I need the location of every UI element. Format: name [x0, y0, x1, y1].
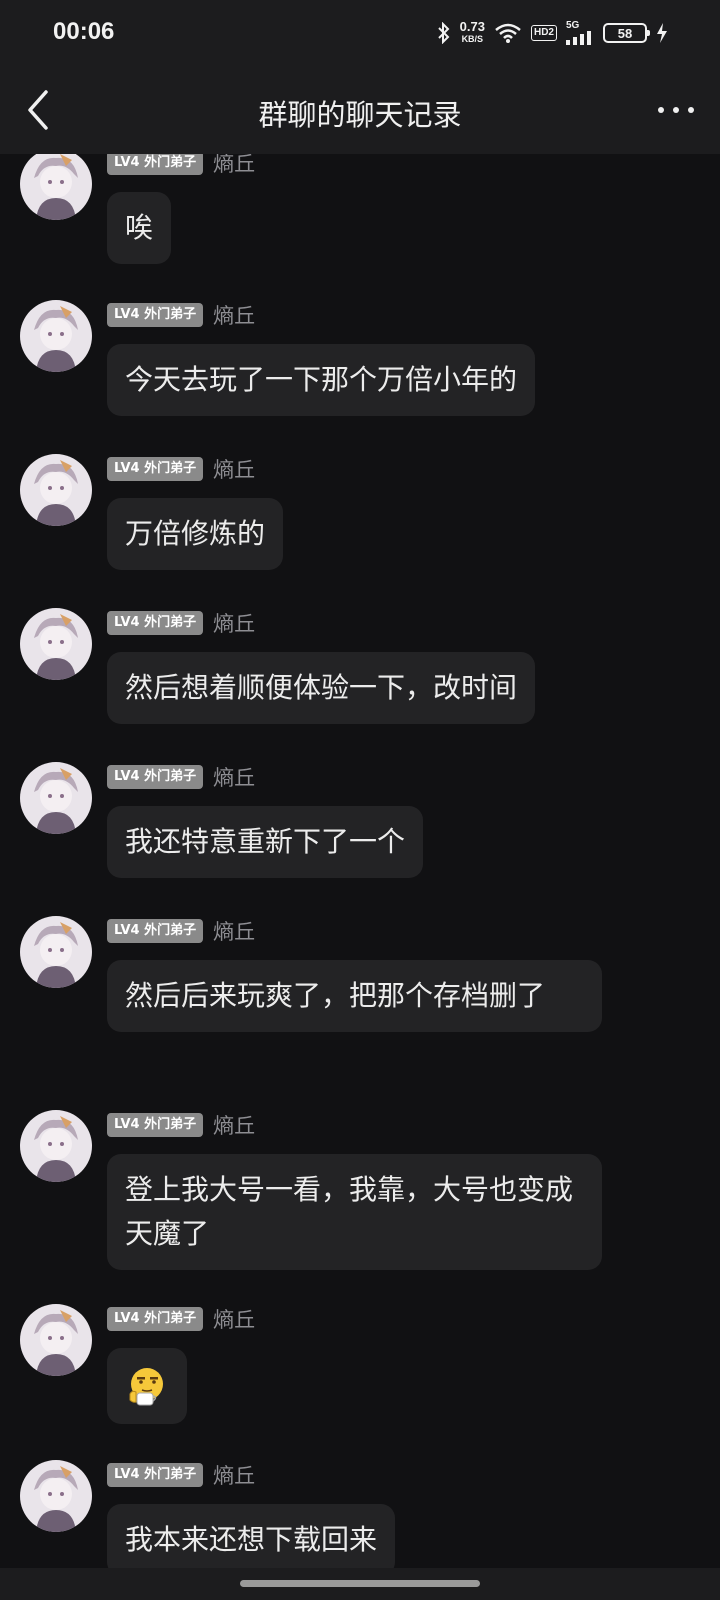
sender-name[interactable]: 熵丘	[213, 1110, 255, 1140]
avatar[interactable]	[20, 762, 92, 834]
net-speed-value: 0.73	[459, 19, 485, 34]
message-bubble[interactable]: 登上我大号一看，我靠，大号也变成天魔了	[107, 1154, 602, 1270]
title-bar: 群聊的聊天记录	[0, 64, 720, 154]
signal-indicator: 5G	[566, 21, 594, 45]
chat-history-list[interactable]: LV4 外门弟子 熵丘 唉 LV4 外门弟子 熵丘 今天去玩了一下那个万倍小年的…	[0, 154, 720, 1568]
avatar[interactable]	[20, 154, 92, 220]
sender-name[interactable]: 熵丘	[213, 454, 255, 484]
message-bubble[interactable]: 我本来还想下载回来	[107, 1504, 396, 1568]
sender-name[interactable]: 熵丘	[213, 154, 255, 178]
status-time: 00:06	[53, 18, 115, 45]
message-bubble[interactable]: 然后后来玩爽了，把那个存档删了	[107, 960, 602, 1032]
status-icons: 0.73 KB/S HD2 5G 58	[437, 20, 668, 46]
avatar[interactable]	[20, 454, 92, 526]
avatar[interactable]	[20, 1304, 92, 1376]
more-options-icon[interactable]	[656, 104, 696, 116]
message-meta: LV4 外门弟子 熵丘	[107, 610, 255, 636]
status-bar: 00:06 0.73 KB/S HD2 5G 58	[0, 0, 720, 64]
signal-label: 5G	[566, 20, 580, 31]
sender-name[interactable]: 熵丘	[213, 916, 255, 946]
message-meta: LV4 外门弟子 熵丘	[107, 764, 255, 790]
page-title: 群聊的聊天记录	[258, 98, 462, 132]
hd-badge: HD2	[530, 25, 557, 41]
message-meta: LV4 外门弟子 熵丘	[107, 302, 255, 328]
level-badge: LV4 外门弟子	[107, 765, 204, 789]
avatar[interactable]	[20, 608, 92, 680]
level-badge: LV4 外门弟子	[107, 1463, 204, 1487]
sender-name[interactable]: 熵丘	[213, 1304, 255, 1334]
level-badge: LV4 外门弟子	[107, 919, 204, 943]
level-badge: LV4 外门弟子	[107, 303, 204, 327]
wifi-icon	[495, 23, 521, 43]
message-meta: LV4 外门弟子 熵丘	[107, 918, 255, 944]
avatar[interactable]	[20, 916, 92, 988]
message-bubble[interactable]: 然后想着顺便体验一下，改时间	[107, 652, 536, 724]
message-meta: LV4 外门弟子 熵丘	[107, 456, 255, 482]
sender-name[interactable]: 熵丘	[213, 1460, 255, 1490]
sender-name[interactable]: 熵丘	[213, 762, 255, 792]
message-bubble[interactable]: 唉	[107, 192, 172, 264]
message-bubble[interactable]: 今天去玩了一下那个万倍小年的	[107, 344, 536, 416]
bluetooth-icon	[437, 22, 450, 44]
message-bubble[interactable]: 我还特意重新下了一个	[107, 806, 424, 878]
sender-name[interactable]: 熵丘	[213, 300, 255, 330]
message-bubble[interactable]: 万倍修炼的	[107, 498, 284, 570]
avatar[interactable]	[20, 1110, 92, 1182]
net-speed-unit: KB/S	[461, 34, 484, 44]
avatar[interactable]	[20, 300, 92, 372]
navigation-bar	[0, 1568, 720, 1600]
charging-icon	[657, 23, 667, 43]
level-badge: LV4 外门弟子	[107, 611, 204, 635]
message-meta: LV4 外门弟子 熵丘	[107, 1306, 255, 1332]
level-badge: LV4 外门弟子	[107, 1113, 204, 1137]
tea-drinking-emoji-icon	[129, 1368, 163, 1406]
message-bubble[interactable]	[107, 1348, 187, 1424]
net-speed: 0.73 KB/S	[459, 19, 485, 45]
message-meta: LV4 外门弟子 熵丘	[107, 1112, 255, 1138]
message-meta: LV4 外门弟子 熵丘	[107, 154, 255, 176]
message-meta: LV4 外门弟子 熵丘	[107, 1462, 255, 1488]
battery-indicator: 58	[603, 23, 650, 43]
sender-name[interactable]: 熵丘	[213, 608, 255, 638]
battery-level: 58	[617, 25, 633, 41]
signal-bars-icon	[566, 31, 591, 45]
avatar[interactable]	[20, 1460, 92, 1532]
level-badge: LV4 外门弟子	[107, 457, 204, 481]
level-badge: LV4 外门弟子	[107, 154, 204, 175]
home-indicator[interactable]	[240, 1580, 480, 1587]
level-badge: LV4 外门弟子	[107, 1307, 204, 1331]
